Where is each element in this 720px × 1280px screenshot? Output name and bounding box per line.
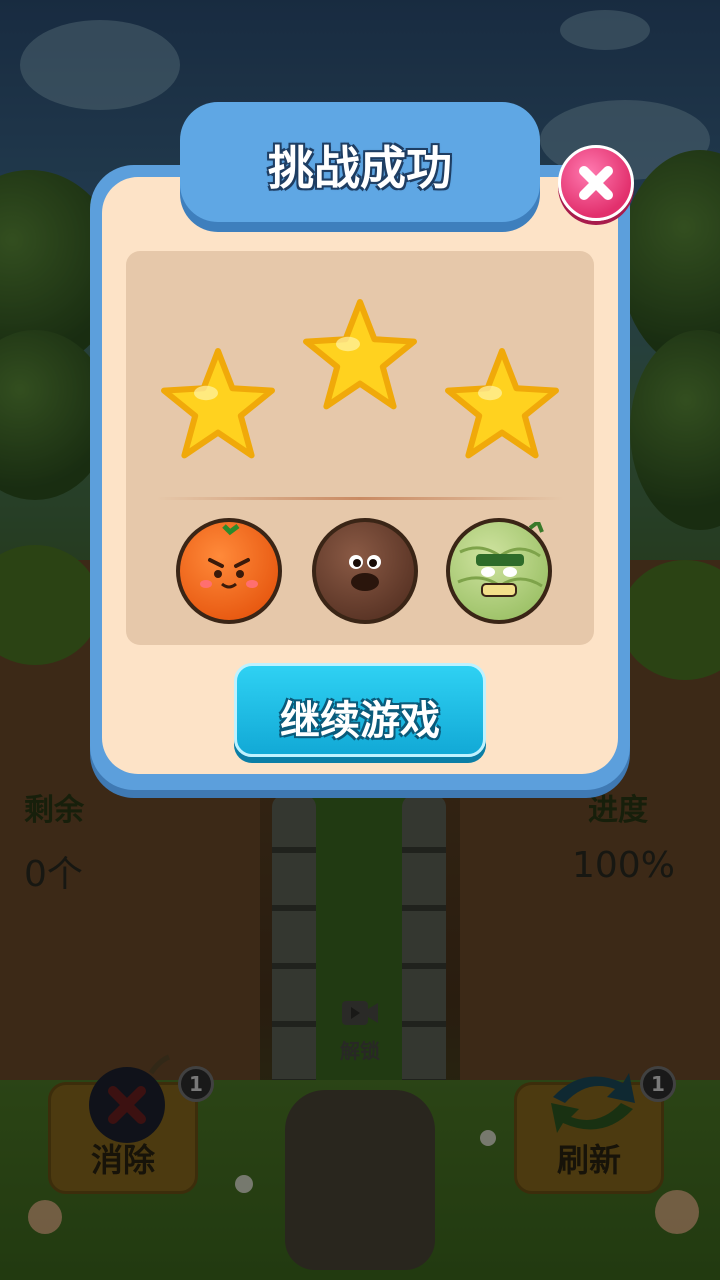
continue-game-button[interactable]: 继续游戏	[234, 663, 486, 757]
star-icon-1	[161, 348, 275, 459]
divider	[156, 497, 564, 500]
orange-fruit-icon	[176, 518, 282, 624]
coconut-fruit-icon	[312, 518, 418, 624]
star-icon-3	[445, 348, 559, 459]
title-banner: 挑战成功	[180, 102, 540, 222]
dialog-title: 挑战成功	[268, 141, 452, 195]
continue-game-label: 继续游戏	[280, 698, 440, 744]
melon-fruit-icon	[446, 518, 552, 624]
close-icon	[579, 166, 613, 200]
close-button[interactable]	[558, 145, 634, 221]
star-icon-2	[303, 299, 417, 410]
